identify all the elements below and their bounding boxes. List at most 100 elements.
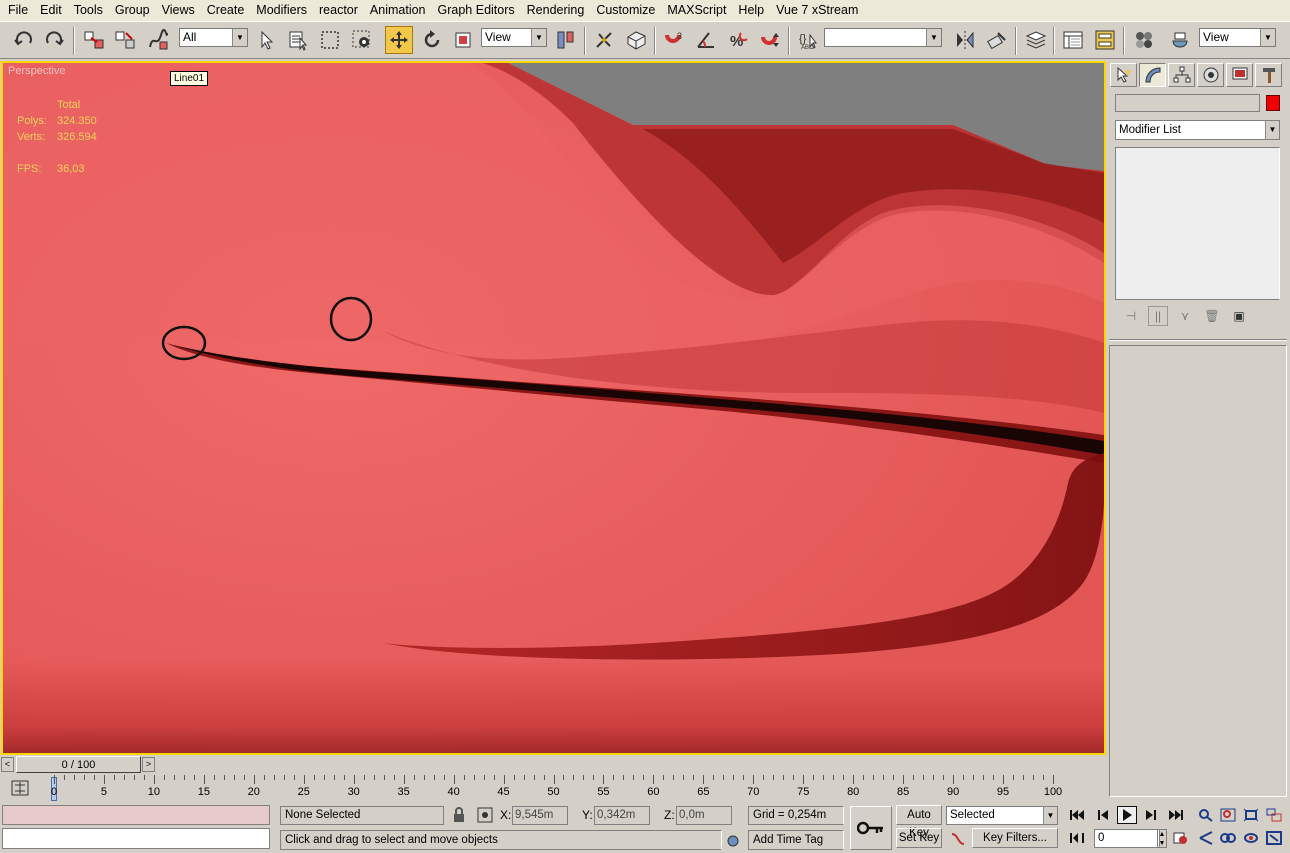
time-slider-next-button[interactable]: > (142, 757, 155, 772)
frame-spinner[interactable]: ▲ ▼ (1157, 829, 1167, 848)
current-frame-field[interactable]: 0 (1094, 829, 1160, 848)
field-of-view-icon[interactable] (1196, 829, 1216, 847)
unlink-icon[interactable] (113, 28, 137, 52)
perspective-viewport[interactable]: Perspective Line01 Total Polys: 324.350 V… (1, 61, 1106, 755)
undo-icon[interactable] (12, 28, 36, 52)
orbit-icon[interactable] (1241, 829, 1261, 847)
mini-curve-editor-icon[interactable] (10, 779, 32, 799)
menu-vue-xstream[interactable]: Vue 7 xStream (770, 0, 864, 21)
curve-editor-icon[interactable] (1061, 28, 1085, 52)
absolute-offset-mode-icon[interactable] (477, 807, 493, 823)
schematic-view-icon[interactable] (1093, 28, 1117, 52)
maximize-viewport-icon[interactable] (1264, 829, 1284, 847)
go-to-start-icon[interactable] (1067, 806, 1087, 824)
hierarchy-tab[interactable] (1168, 63, 1195, 87)
mirror-icon[interactable] (953, 28, 977, 52)
z-coordinate-field[interactable]: 0,0m (676, 806, 732, 825)
menu-customize[interactable]: Customize (590, 0, 661, 21)
named-selection-sets-dropdown[interactable]: ▼ (824, 28, 942, 47)
make-unique-icon[interactable]: ⋎ (1175, 306, 1195, 326)
rect-selection-region-icon[interactable] (318, 28, 342, 52)
select-object-icon[interactable] (254, 28, 278, 52)
modifier-list-dropdown[interactable]: Modifier List ▼ (1115, 120, 1280, 140)
zoom-icon[interactable] (1196, 806, 1216, 824)
set-keys-button[interactable] (850, 806, 892, 850)
select-by-name-icon[interactable] (286, 28, 310, 52)
pan-view-icon[interactable] (1218, 829, 1238, 847)
utilities-tab[interactable] (1255, 63, 1282, 87)
time-tag-icon[interactable] (726, 833, 740, 849)
reference-coordinate-dropdown[interactable]: View ▼ (481, 28, 547, 47)
viewport-label[interactable]: Perspective (8, 65, 65, 77)
show-end-result-icon[interactable]: || (1148, 306, 1168, 326)
menu-views[interactable]: Views (156, 0, 201, 21)
key-filters-button[interactable]: Key Filters... (972, 828, 1058, 848)
keyboard-shortcut-override-icon[interactable] (624, 28, 648, 52)
material-editor-icon[interactable] (1132, 28, 1156, 52)
snaps-toggle-icon[interactable]: 3 (662, 28, 686, 52)
set-key-button[interactable]: Set Key (896, 828, 942, 848)
maxscript-listener-input[interactable] (2, 828, 270, 849)
menu-group[interactable]: Group (109, 0, 156, 21)
window-crossing-icon[interactable] (350, 28, 374, 52)
next-frame-icon[interactable] (1140, 806, 1160, 824)
display-tab[interactable] (1226, 63, 1253, 87)
motion-tab[interactable] (1197, 63, 1224, 87)
use-pivot-center-icon[interactable] (554, 28, 578, 52)
edit-named-selection-icon[interactable]: {} ABC (796, 28, 820, 52)
menu-modifiers[interactable]: Modifiers (250, 0, 313, 21)
selection-filter-dropdown[interactable]: All ▼ (179, 28, 248, 47)
menu-graph-editors[interactable]: Graph Editors (432, 0, 521, 21)
select-and-rotate-icon[interactable] (420, 28, 444, 52)
object-color-swatch[interactable] (1266, 95, 1280, 111)
menu-animation[interactable]: Animation (364, 0, 432, 21)
play-animation-icon[interactable] (1117, 806, 1137, 824)
menu-tools[interactable]: Tools (68, 0, 109, 21)
select-and-scale-icon[interactable] (451, 28, 475, 52)
menu-edit[interactable]: Edit (34, 0, 68, 21)
configure-modifier-sets-icon[interactable]: ▣ (1229, 306, 1249, 326)
time-slider[interactable]: < 0 / 100 > (0, 756, 1107, 774)
menu-reactor[interactable]: reactor (313, 0, 364, 21)
render-view-dropdown[interactable]: View ▼ (1199, 28, 1276, 47)
percent-snap-icon[interactable]: % (726, 28, 750, 52)
modify-tab[interactable] (1139, 63, 1166, 87)
default-in-out-tangents-icon[interactable] (950, 831, 966, 847)
key-mode-dropdown[interactable]: Selected ▼ (946, 806, 1058, 825)
auto-key-button[interactable]: Auto Key (896, 805, 942, 839)
go-to-end-icon[interactable] (1166, 806, 1186, 824)
previous-frame-icon[interactable] (1094, 806, 1114, 824)
time-configuration-icon[interactable] (1170, 829, 1190, 847)
y-coordinate-field[interactable]: 0,342m (594, 806, 650, 825)
angle-snap-icon[interactable] (694, 28, 718, 52)
x-coordinate-field[interactable]: 9,545m (512, 806, 568, 825)
menu-file[interactable]: File (2, 0, 34, 21)
remove-modifier-icon[interactable]: 🗑 (1202, 306, 1222, 326)
menu-rendering[interactable]: Rendering (521, 0, 591, 21)
time-slider-thumb[interactable]: 0 / 100 (16, 756, 141, 773)
maxscript-listener-output[interactable] (2, 805, 270, 825)
link-icon[interactable] (82, 28, 106, 52)
zoom-all-icon[interactable] (1218, 806, 1238, 824)
key-mode-toggle-icon[interactable] (1067, 829, 1087, 847)
lock-selection-icon[interactable] (452, 807, 466, 823)
select-and-move-icon[interactable] (385, 26, 413, 54)
menu-help[interactable]: Help (732, 0, 770, 21)
redo-icon[interactable] (42, 28, 66, 52)
modifier-stack[interactable] (1115, 147, 1280, 300)
menu-maxscript[interactable]: MAXScript (661, 0, 732, 21)
zoom-extents-icon[interactable] (1241, 806, 1261, 824)
spinner-snap-icon[interactable] (758, 28, 782, 52)
menu-create[interactable]: Create (201, 0, 251, 21)
layer-manager-icon[interactable] (1024, 28, 1048, 52)
select-manipulate-icon[interactable] (592, 28, 616, 52)
bind-space-warp-icon[interactable] (146, 28, 170, 52)
track-bar[interactable]: 0 5 10 15 20 25 30 35 40 45 50 55 60 65 70 75 80 85 90 95 10… (0, 775, 1107, 803)
add-time-tag-button[interactable]: Add Time Tag (748, 830, 844, 850)
zoom-extents-all-icon[interactable] (1264, 806, 1284, 824)
align-icon[interactable] (985, 28, 1009, 52)
create-tab[interactable] (1110, 63, 1137, 87)
object-name-field[interactable] (1115, 94, 1260, 112)
time-slider-prev-button[interactable]: < (1, 757, 14, 772)
render-setup-icon[interactable] (1168, 28, 1192, 52)
